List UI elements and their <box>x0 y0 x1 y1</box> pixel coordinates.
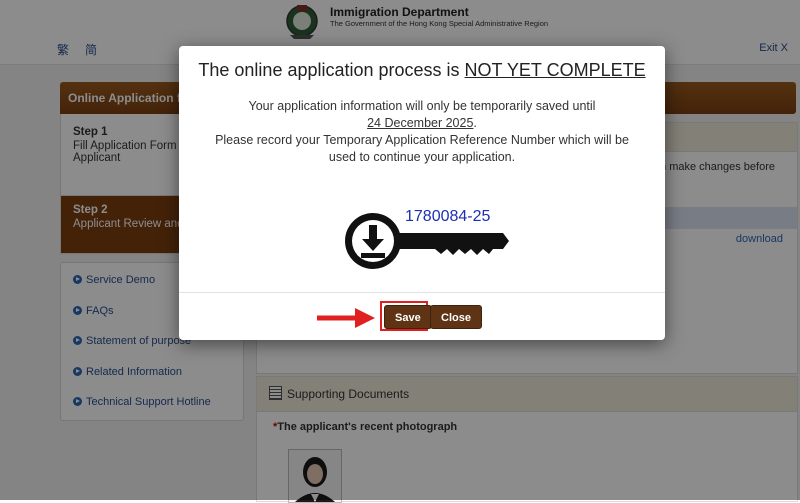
save-button[interactable]: Save <box>384 305 432 329</box>
dialog-message: Your application information will only b… <box>179 98 665 166</box>
dialog-title-emphasis: NOT YET COMPLETE <box>464 60 646 80</box>
dialog-title-prefix: The online application process is <box>198 60 465 80</box>
dialog-line-2: Please record your Temporary Application… <box>215 133 629 147</box>
date-period: . <box>473 116 477 130</box>
save-reference-dialog: The online application process is NOT YE… <box>179 46 665 340</box>
dialog-line-1: Your application information will only b… <box>248 99 596 113</box>
dialog-footer <box>179 292 665 293</box>
dialog-line-3: used to continue your application. <box>328 150 516 164</box>
dialog-title: The online application process is NOT YE… <box>179 60 665 81</box>
reference-number: 1780084-25 <box>405 208 491 225</box>
expiry-date: 24 December 2025 <box>367 116 474 130</box>
red-arrow-icon <box>317 308 375 328</box>
close-button[interactable]: Close <box>430 305 482 329</box>
dialog-date-line: 24 December 2025. <box>179 115 665 132</box>
